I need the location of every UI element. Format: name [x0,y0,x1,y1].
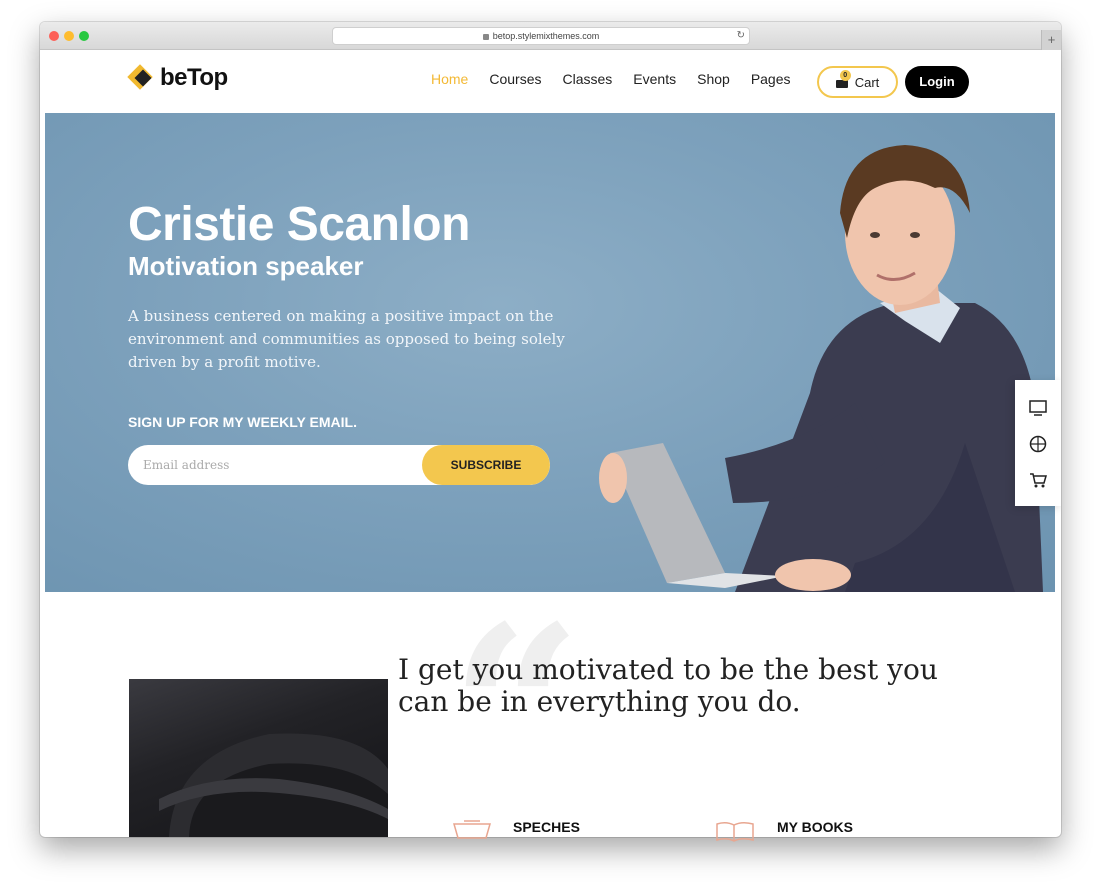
nav-item-pages[interactable]: Pages [751,70,791,88]
maximize-window-button[interactable] [79,31,89,41]
cart-icon[interactable] [1028,470,1048,490]
reload-icon[interactable]: ↻ [737,28,745,44]
subscribe-button[interactable]: SUBSCRIBE [422,445,550,485]
microphone-photo [129,679,388,837]
nav-item-events[interactable]: Events [633,70,676,88]
login-button[interactable]: Login [905,66,969,98]
feature-speeches-label: SPECHES [513,819,580,835]
browser-titlebar: betop.stylemixthemes.com ↻ + [40,22,1061,50]
logo-text: beTop [160,64,228,91]
nav-item-classes[interactable]: Classes [563,70,613,88]
microphone-graphic [159,733,388,837]
nav-item-shop[interactable]: Shop [697,70,730,88]
cart-count-badge: 0 [839,70,851,81]
globe-icon[interactable] [1028,434,1048,454]
feature-books-label: MY BOOKS [777,819,853,835]
url-text: betop.stylemixthemes.com [492,31,600,41]
shopping-bag-icon: 0 [835,70,851,88]
lock-icon [482,33,489,40]
hero-title: Cristie Scanlon [128,198,470,251]
hero-description: A business centered on making a positive… [128,307,565,371]
hero-subtitle: Motivation speaker [128,251,364,281]
site-logo[interactable]: beTop [127,64,228,92]
new-tab-button[interactable]: + [1041,30,1061,50]
podium-icon [453,820,491,839]
floating-toolbar [1015,380,1061,506]
address-bar[interactable]: betop.stylemixthemes.com ↻ [332,27,750,45]
monitor-icon[interactable] [1028,398,1048,418]
email-input[interactable] [128,445,428,485]
main-nav: Home Courses Classes Events Shop Pages [431,70,812,88]
subscribe-form: SUBSCRIBE [128,445,550,485]
signup-label: SIGN UP FOR MY WEEKLY EMAIL. [128,414,357,430]
cart-label: Cart [854,74,880,90]
logo-mark-icon [127,64,154,91]
cart-button[interactable]: 0 Cart [817,66,898,98]
speaker-photo [599,145,1043,592]
hero-section: Cristie Scanlon Motivation speaker A bus… [45,113,1055,592]
site-header: beTop Home Courses Classes Events Shop P… [40,50,1061,113]
nav-item-courses[interactable]: Courses [489,70,541,88]
close-window-button[interactable] [49,31,59,41]
book-icon [716,821,754,842]
about-quote: I get you motivated to be the best you c… [398,653,938,718]
minimize-window-button[interactable] [64,31,74,41]
nav-item-home[interactable]: Home [431,70,468,88]
